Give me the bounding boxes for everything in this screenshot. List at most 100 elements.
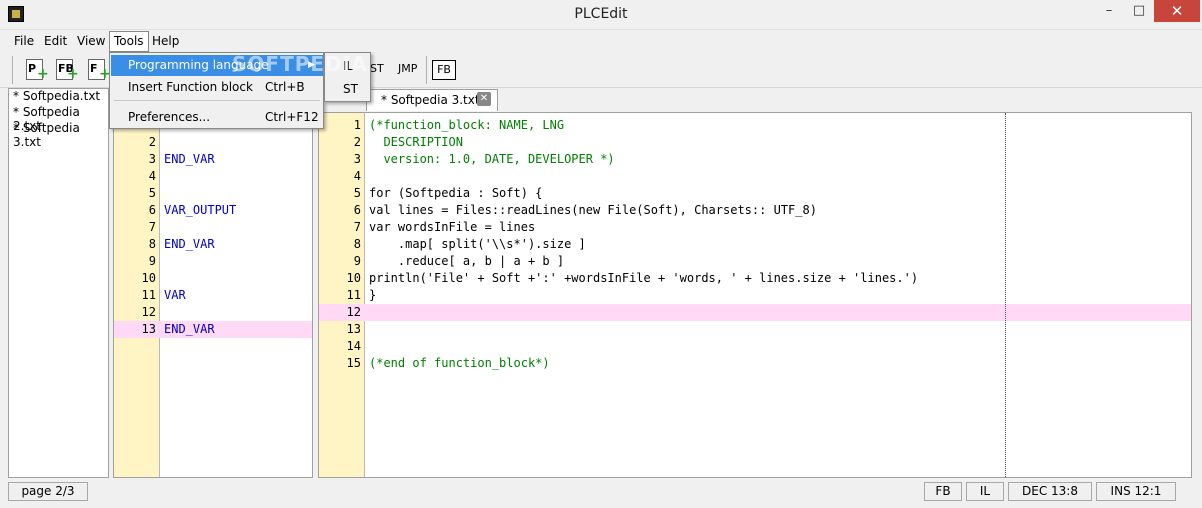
line-number: 2 [353,135,361,149]
menu-view[interactable]: View [73,32,109,51]
code-line[interactable]: 12 [319,304,1191,321]
new-function-label: F [90,62,98,75]
code-line[interactable]: 9 .reduce[ a, b | a + b ] [319,253,1191,270]
new-program-label: P [28,62,37,75]
menu-bar: File Edit View Tools Help [0,30,1202,52]
line-number: 14 [346,339,361,353]
line-number: 4 [353,169,361,183]
code-line[interactable]: 6 VAR_OUTPUT [114,202,312,219]
code-line[interactable]: 13 END_VAR [114,321,312,338]
code-line[interactable]: 11} [319,287,1191,304]
code-text: .map[ split('\\s*').size ] [369,237,586,251]
plus-icon: + [67,66,79,82]
menu-help[interactable]: Help [148,32,183,51]
line-number: 11 [346,288,361,302]
window-title: PLCEdit [574,6,628,22]
plus-icon: + [37,66,49,82]
line-number: 8 [353,237,361,251]
toolbar-separator [12,56,13,84]
line-number: 11 [141,288,156,302]
menu-item-preferences[interactable]: Preferences... Ctrl+F12 [111,107,323,128]
code-text: println('File' + Soft +':' +wordsInFile … [369,271,919,285]
menu-item-insert-function-block[interactable]: Insert Function block Ctrl+B [111,77,323,98]
tab-close-icon[interactable]: ✕ [477,92,491,106]
code-line[interactable]: 3 version: 1.0, DATE, DEVELOPER *) [319,151,1191,168]
line-number: 5 [353,186,361,200]
code-line[interactable]: 13 [319,321,1191,338]
line-number: 10 [141,271,156,285]
status-position: DEC 13:8 [1008,482,1092,501]
line-number: 4 [148,169,156,183]
line-number: 2 [148,135,156,149]
code-text: (*function_block: NAME, LNG [369,118,565,132]
code-text: version: 1.0, DATE, DEVELOPER *) [369,152,615,166]
status-language: IL [966,482,1004,501]
line-number: 3 [353,152,361,166]
code-line[interactable]: 8 .map[ split('\\s*').size ] [319,236,1191,253]
code-line[interactable]: 14 [319,338,1191,355]
line-number: 9 [148,254,156,268]
code-text: .reduce[ a, b | a + b ] [369,254,565,268]
menu-edit[interactable]: Edit [40,32,71,51]
line-number: 12 [346,305,361,319]
code-line[interactable]: 9 [114,253,312,270]
code-line[interactable]: 12 [114,304,312,321]
new-program-button[interactable]: P + [24,58,49,82]
line-number: 12 [141,305,156,319]
new-function-button[interactable]: F + [86,58,111,82]
code-text: END_VAR [164,237,215,251]
fb-toggle-button[interactable]: FB [432,60,456,80]
code-text: VAR_OUTPUT [164,203,237,217]
code-line[interactable]: 5 for (Softpedia : Soft) { [319,185,1191,202]
menu-tools[interactable]: Tools [109,31,149,52]
close-button[interactable]: ✕ [1154,0,1200,22]
code-line[interactable]: 4 [319,168,1191,185]
menu-item-label: Preferences... [128,110,211,124]
code-text: } [369,288,377,302]
toolbar-separator [426,56,427,84]
code-line[interactable]: 3 END_VAR [114,151,312,168]
maximize-button[interactable]: □ [1124,0,1154,22]
code-line[interactable]: 10 [114,270,312,287]
submenu-item-st[interactable]: ST [326,79,369,100]
st-button[interactable]: ST [370,62,384,75]
file-list: * Softpedia.txt * Softpedia 2.txt * Soft… [8,88,109,478]
tab-label: * Softpedia 3.txt [381,93,480,107]
code-line[interactable]: 4 [114,168,312,185]
code-line[interactable]: 2 [114,134,312,151]
status-bar: page 2/3 FB IL DEC 13:8 INS 12:1 [0,479,1202,508]
code-line[interactable]: 7 var wordsInFile = lines [319,219,1191,236]
title-bar: PLCEdit – □ ✕ [0,0,1202,30]
line-number: 10 [346,271,361,285]
code-line[interactable]: 2 DESCRIPTION [319,134,1191,151]
code-editor[interactable]: 1 (*function_block: NAME, LNG 2 DESCRIPTIO… [318,112,1192,478]
line-number: 5 [148,186,156,200]
menu-separator [114,100,320,101]
line-number: 7 [353,220,361,234]
code-line[interactable]: 10 println('File' + Soft +':' +wordsInFil… [319,270,1191,287]
file-list-item[interactable]: * Softpedia.txt [13,89,100,105]
code-line[interactable]: 15 (*end of function_block*) [319,355,1191,372]
line-number: 13 [346,322,361,336]
jmp-button[interactable]: JMP [398,62,417,75]
menu-file[interactable]: File [10,32,38,51]
code-line[interactable]: 7 [114,219,312,236]
new-function-block-button[interactable]: FB + [54,58,79,82]
code-line[interactable]: 6 val lines = Files::readLines(new File(S… [319,202,1191,219]
code-line[interactable]: 11 VAR [114,287,312,304]
line-number: 1 [353,118,361,132]
minimize-button[interactable]: – [1094,0,1124,22]
file-list-item[interactable]: * Softpedia 2.txt [13,105,108,133]
code-line[interactable]: 1 (*function_block: NAME, LNG [319,117,1191,134]
line-number: 6 [353,203,361,217]
code-text: END_VAR [164,322,215,336]
declaration-editor[interactable]: 2 3 END_VAR 4 5 6 VAR_OUTPUT 7 8 END_VAR 9 10 11 VAR 1… [113,112,313,478]
code-text: DESCRIPTION [369,135,463,149]
plus-icon: + [99,66,111,82]
right-margin-guide [1005,113,1006,477]
file-list-item[interactable]: * Softpedia 3.txt [13,121,108,149]
code-line[interactable]: 8 END_VAR [114,236,312,253]
line-number: 15 [346,356,361,370]
line-number: 9 [353,254,361,268]
code-line[interactable]: 5 [114,185,312,202]
